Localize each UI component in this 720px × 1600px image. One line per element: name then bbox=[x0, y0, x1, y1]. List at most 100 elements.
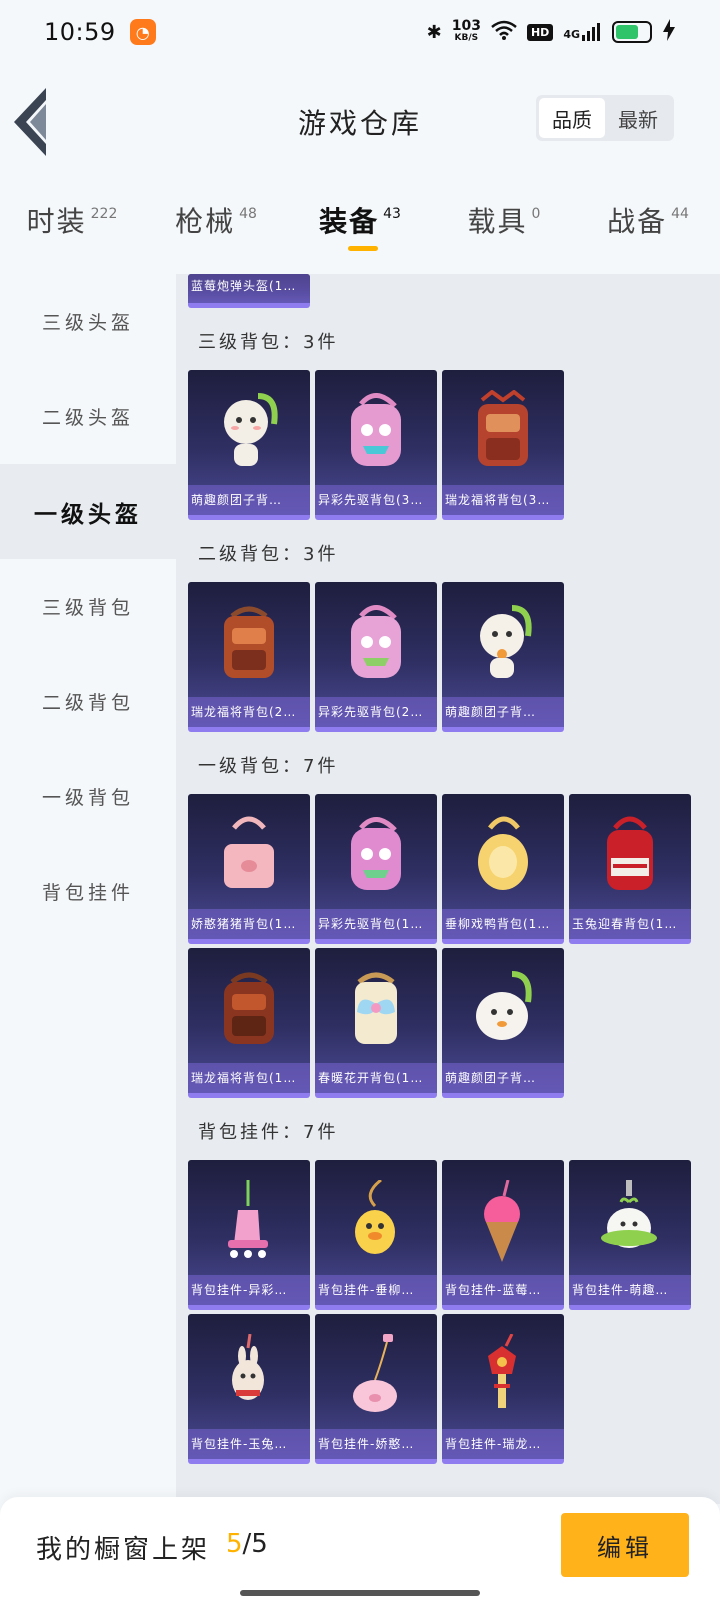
item-card[interactable]: 异彩先驱背包(1… bbox=[315, 794, 437, 944]
backpack-icon bbox=[224, 393, 278, 466]
category-tabs: 时装 222 枪械 48 装备 43 载具 0 战备 44 bbox=[0, 190, 720, 266]
sidebar-item-level3-helmet[interactable]: 三级头盔 bbox=[0, 274, 176, 369]
tab-firearms[interactable]: 枪械 48 bbox=[144, 190, 288, 266]
item-name: 背包挂件-蓝莓… bbox=[442, 1275, 564, 1305]
backpack-icon bbox=[476, 971, 532, 1040]
item-card[interactable]: 玉兔迎春背包(1… bbox=[569, 794, 691, 944]
sidebar-item-level3-backpack[interactable]: 三级背包 bbox=[0, 559, 176, 654]
item-name: 异彩先驱背包(3… bbox=[315, 485, 437, 515]
item-card[interactable]: 垂柳戏鸭背包(1… bbox=[442, 794, 564, 944]
charm-icon bbox=[488, 1334, 516, 1408]
item-card[interactable]: 娇憨猪猪背包(1… bbox=[188, 794, 310, 944]
item-name: 背包挂件-瑞龙… bbox=[442, 1429, 564, 1459]
item-card[interactable]: 瑞龙福将背包(3… bbox=[442, 370, 564, 520]
tab-fashion[interactable]: 时装 222 bbox=[0, 190, 144, 266]
edit-button[interactable]: 编辑 bbox=[561, 1513, 689, 1577]
item-card[interactable]: 春暖花开背包(1… bbox=[315, 948, 437, 1098]
item-name: 玉兔迎春背包(1… bbox=[569, 909, 691, 939]
item-name: 背包挂件-娇憨… bbox=[315, 1429, 437, 1459]
item-name: 萌趣颜团子背… bbox=[442, 697, 564, 727]
charm-icon bbox=[355, 1180, 395, 1254]
section-title: 一级背包：7件 bbox=[198, 756, 339, 777]
showcase-count: 5/5 bbox=[226, 1529, 268, 1559]
sort-newest-button[interactable]: 最新 bbox=[605, 98, 671, 138]
charm-icon bbox=[484, 1180, 520, 1262]
item-card[interactable]: 背包挂件-蓝莓… bbox=[442, 1160, 564, 1310]
item-card[interactable]: 萌趣颜团子背… bbox=[188, 370, 310, 520]
item-card[interactable]: 瑞龙福将背包(2… bbox=[188, 582, 310, 732]
item-card[interactable]: 异彩先驱背包(2… bbox=[315, 582, 437, 732]
backpack-icon bbox=[351, 817, 401, 890]
item-name: 瑞龙福将背包(3… bbox=[442, 485, 564, 515]
bluetooth-icon: ✱ bbox=[426, 21, 442, 43]
tab-equipment[interactable]: 装备 43 bbox=[288, 190, 432, 266]
showcase-label: 我的橱窗上架 bbox=[36, 1535, 211, 1565]
sidebar-item-level2-helmet[interactable]: 二级头盔 bbox=[0, 369, 176, 464]
charm-icon bbox=[232, 1334, 264, 1400]
item-name: 蓝莓炮弹头盔(1… bbox=[188, 274, 310, 303]
tab-battle-gear[interactable]: 战备 44 bbox=[576, 190, 720, 266]
backpack-icon bbox=[351, 393, 401, 466]
bottom-bar: 我的橱窗上架 5/5 编辑 bbox=[0, 1497, 720, 1600]
item-card[interactable]: 瑞龙福将背包(1… bbox=[188, 948, 310, 1098]
item-card[interactable]: 背包挂件-垂柳… bbox=[315, 1160, 437, 1310]
item-card[interactable]: 蓝莓炮弹头盔(1… bbox=[188, 274, 310, 308]
wifi-icon bbox=[491, 20, 517, 45]
item-name: 异彩先驱背包(1… bbox=[315, 909, 437, 939]
item-grid: 蓝莓炮弹头盔(1… 三级背包：3件 萌趣颜团子背… 异彩先驱背包(3… 瑞龙福将… bbox=[176, 274, 720, 1504]
sort-toggle: 品质 最新 bbox=[536, 95, 674, 141]
app-icon: ◔ bbox=[129, 19, 156, 45]
sidebar-item-level2-backpack[interactable]: 二级背包 bbox=[0, 654, 176, 749]
item-card[interactable]: 萌趣颜团子背… bbox=[442, 582, 564, 732]
sidebar-item-level1-helmet[interactable]: 一级头盔 bbox=[0, 464, 176, 559]
sidebar: 三级头盔 二级头盔 一级头盔 三级背包 二级背包 一级背包 背包挂件 bbox=[0, 274, 176, 1504]
item-name: 萌趣颜团子背… bbox=[188, 485, 310, 515]
home-indicator[interactable] bbox=[240, 1590, 480, 1596]
item-name: 瑞龙福将背包(2… bbox=[188, 697, 310, 727]
hd-icon: HD bbox=[526, 23, 554, 41]
section-title: 背包挂件：7件 bbox=[198, 1122, 339, 1143]
item-card[interactable]: 异彩先驱背包(3… bbox=[315, 370, 437, 520]
section-title: 三级背包：3件 bbox=[198, 332, 339, 353]
item-name: 背包挂件-异彩… bbox=[188, 1275, 310, 1305]
sidebar-item-backpack-charms[interactable]: 背包挂件 bbox=[0, 844, 176, 939]
item-name: 背包挂件-玉兔… bbox=[188, 1429, 310, 1459]
backpack-icon bbox=[480, 605, 532, 678]
sidebar-item-level1-backpack[interactable]: 一级背包 bbox=[0, 749, 176, 844]
backpack-icon bbox=[224, 972, 274, 1044]
battery-icon bbox=[612, 21, 652, 43]
item-card[interactable]: 背包挂件-瑞龙… bbox=[442, 1314, 564, 1464]
backpack-icon bbox=[607, 816, 653, 890]
net-speed: 103 KB/S bbox=[451, 18, 481, 43]
charging-icon bbox=[662, 18, 676, 46]
item-card[interactable]: 背包挂件-萌趣… bbox=[569, 1160, 691, 1310]
item-name: 萌趣颜团子背… bbox=[442, 1063, 564, 1093]
status-icons: ✱ 103 KB/S HD 4G bbox=[426, 18, 676, 46]
tab-vehicles[interactable]: 载具 0 bbox=[432, 190, 576, 266]
charm-icon bbox=[601, 1180, 657, 1248]
sort-quality-button[interactable]: 品质 bbox=[539, 98, 605, 138]
status-bar: 10:59 ◔ ✱ 103 KB/S HD 4G bbox=[0, 0, 720, 64]
item-name: 春暖花开背包(1… bbox=[315, 1063, 437, 1093]
status-time: 10:59 bbox=[44, 18, 116, 46]
charm-icon bbox=[228, 1180, 268, 1258]
backpack-icon bbox=[224, 606, 274, 678]
item-name: 背包挂件-萌趣… bbox=[569, 1275, 691, 1305]
backpack-icon bbox=[355, 972, 397, 1044]
item-card[interactable]: 背包挂件-娇憨… bbox=[315, 1314, 437, 1464]
active-tab-indicator bbox=[348, 246, 378, 251]
item-card[interactable]: 背包挂件-异彩… bbox=[188, 1160, 310, 1310]
backpack-icon bbox=[224, 816, 274, 888]
item-card[interactable]: 萌趣颜团子背… bbox=[442, 948, 564, 1098]
backpack-icon bbox=[478, 816, 528, 890]
backpack-icon bbox=[351, 605, 401, 678]
item-name: 背包挂件-垂柳… bbox=[315, 1275, 437, 1305]
backpack-icon bbox=[478, 390, 528, 466]
item-name: 垂柳戏鸭背包(1… bbox=[442, 909, 564, 939]
signal-icon: 4G bbox=[563, 23, 602, 41]
section-title: 二级背包：3件 bbox=[198, 544, 339, 565]
header: 游戏仓库 品质 最新 bbox=[0, 64, 720, 174]
charm-icon bbox=[353, 1334, 397, 1412]
item-name: 娇憨猪猪背包(1… bbox=[188, 909, 310, 939]
item-card[interactable]: 背包挂件-玉兔… bbox=[188, 1314, 310, 1464]
